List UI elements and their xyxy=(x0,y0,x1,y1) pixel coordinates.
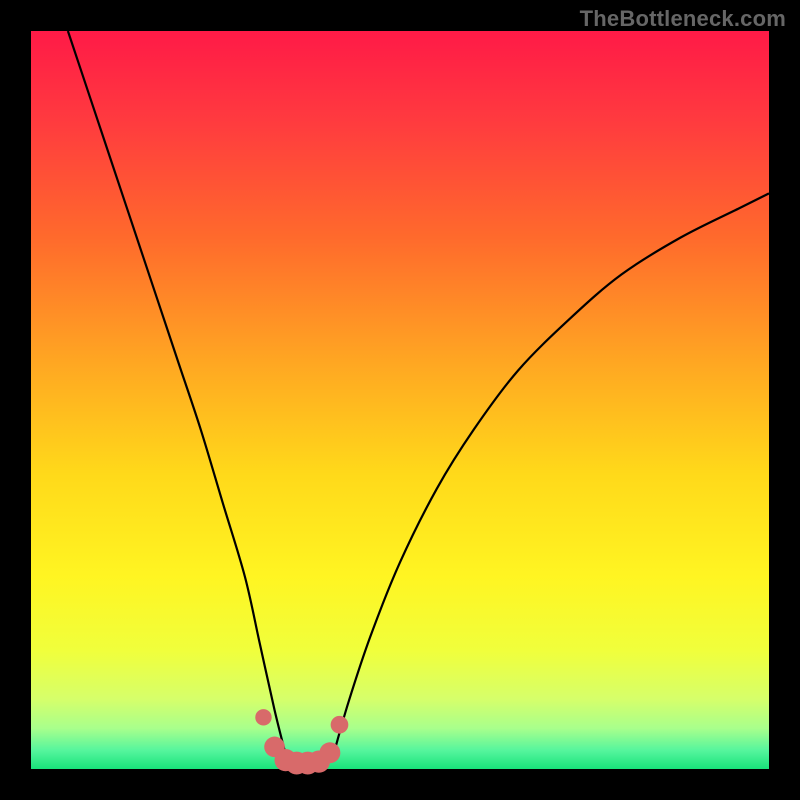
plot-background xyxy=(31,31,769,769)
valley-marker xyxy=(331,716,349,734)
valley-marker xyxy=(255,709,271,725)
chart-frame: TheBottleneck.com xyxy=(0,0,800,800)
valley-marker xyxy=(319,742,340,763)
bottleneck-chart xyxy=(0,0,800,800)
